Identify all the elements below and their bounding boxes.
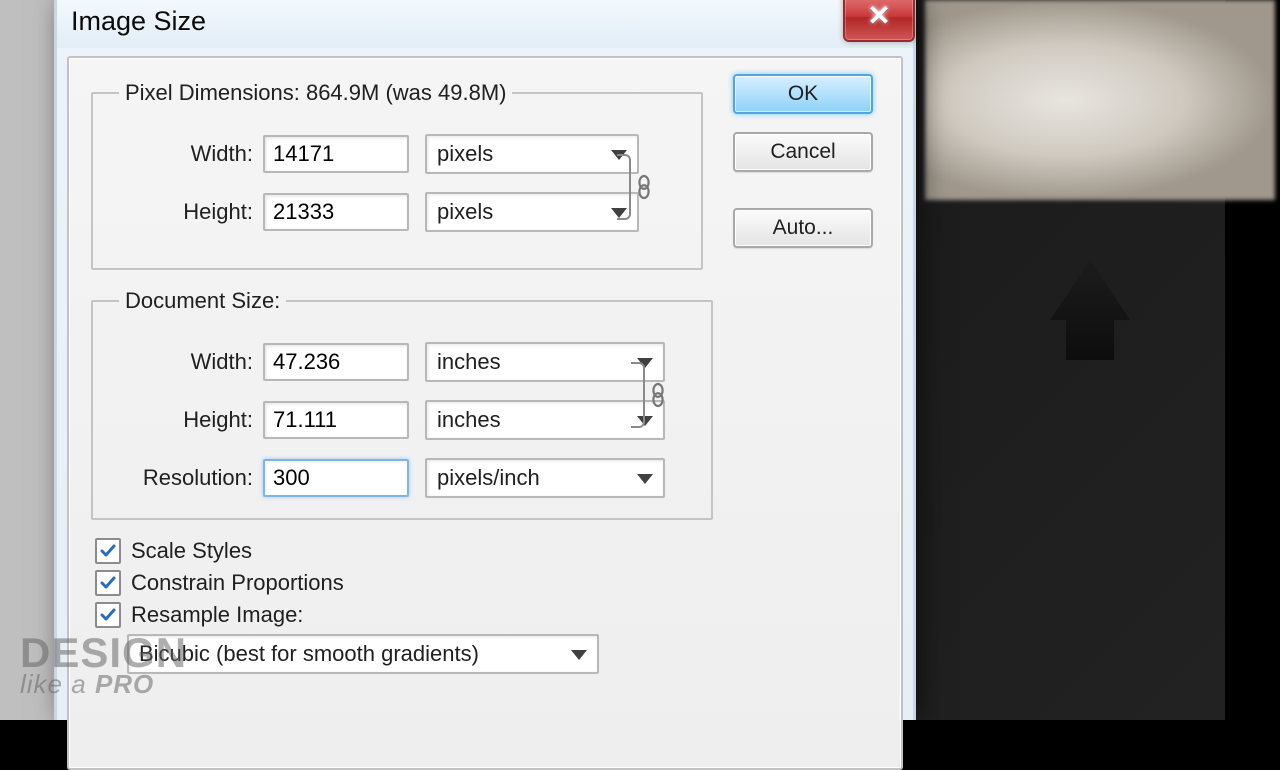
pixel-dimensions-legend: Pixel Dimensions: 864.9M (was 49.8M) — [119, 80, 512, 106]
scale-styles-label: Scale Styles — [131, 538, 252, 564]
checkbox-checked-icon — [95, 570, 121, 596]
cancel-button[interactable]: Cancel — [733, 132, 873, 172]
titlebar: Image Size ✕ — [57, 0, 913, 48]
pixel-width-label: Width: — [119, 141, 253, 167]
checkbox-checked-icon — [95, 538, 121, 564]
dialog-title: Image Size — [71, 6, 206, 37]
constrain-proportions-checkbox-row[interactable]: Constrain Proportions — [95, 570, 879, 596]
checkbox-checked-icon — [95, 602, 121, 628]
close-icon: ✕ — [867, 0, 890, 32]
doc-height-label: Height: — [119, 407, 253, 433]
resample-method-select[interactable]: Bicubic (best for smooth gradients) — [127, 634, 599, 674]
doc-width-label: Width: — [119, 349, 253, 375]
ok-button[interactable]: OK — [733, 74, 873, 114]
auto-button[interactable]: Auto... — [733, 208, 873, 248]
document-size-group: Document Size: Width: inches Height: inc… — [91, 288, 713, 520]
constrain-proportions-label: Constrain Proportions — [131, 570, 344, 596]
pixel-height-input[interactable] — [263, 193, 409, 231]
pixel-height-label: Height: — [119, 199, 253, 225]
close-button[interactable]: ✕ — [843, 0, 915, 42]
resolution-input[interactable] — [263, 459, 409, 497]
resolution-unit-select[interactable]: pixels/inch — [425, 458, 665, 498]
pixel-dimensions-group: Pixel Dimensions: 864.9M (was 49.8M) Wid… — [91, 80, 703, 270]
link-icon — [647, 382, 669, 408]
resolution-label: Resolution: — [119, 465, 253, 491]
doc-height-input[interactable] — [263, 401, 409, 439]
resample-image-checkbox-row[interactable]: Resample Image: — [95, 602, 879, 628]
doc-width-input[interactable] — [263, 343, 409, 381]
pixel-width-input[interactable] — [263, 135, 409, 173]
document-size-legend: Document Size: — [119, 288, 286, 314]
scale-styles-checkbox-row[interactable]: Scale Styles — [95, 538, 879, 564]
link-icon — [633, 174, 655, 200]
image-size-dialog: Image Size ✕ OK Cancel Auto... Pixel Dim… — [54, 0, 916, 720]
resample-image-label: Resample Image: — [131, 602, 303, 628]
dialog-body: OK Cancel Auto... Pixel Dimensions: 864.… — [67, 56, 903, 770]
